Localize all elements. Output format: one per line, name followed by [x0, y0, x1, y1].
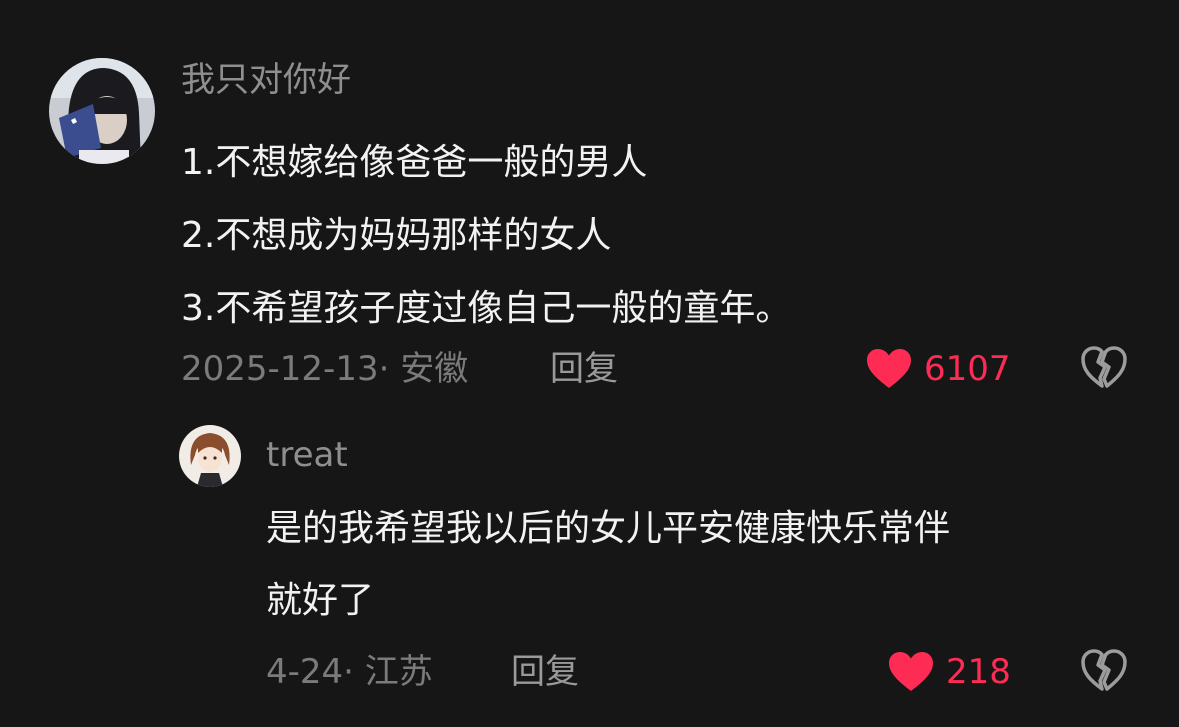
comment-text: 是的我希望我以后的女儿平安健康快乐常伴 就好了: [266, 493, 950, 637]
username[interactable]: treat: [266, 433, 348, 477]
comment-text: 1.不想嫁给像爸爸一般的男人 2.不想成为妈妈那样的女人 3.不希望孩子度过像自…: [181, 126, 791, 345]
avatar[interactable]: [49, 58, 155, 164]
dislike-button[interactable]: [1081, 649, 1127, 697]
heart-filled-icon: [867, 349, 911, 388]
username[interactable]: 我只对你好: [181, 58, 351, 102]
comment-meta: 2025-12-13· 安徽: [181, 349, 469, 389]
user-avatar-illustration-icon: [179, 425, 241, 487]
like-count: 6107: [924, 349, 1011, 389]
comment-line: 3.不希望孩子度过像自己一般的童年。: [181, 288, 792, 329]
heart-filled-icon: [889, 652, 933, 691]
dislike-button[interactable]: [1081, 346, 1127, 394]
reply-button[interactable]: 回复: [550, 346, 618, 392]
broken-heart-icon: [1081, 346, 1127, 388]
like-count: 218: [946, 652, 1011, 692]
comment-meta: 4-24· 江苏: [266, 652, 433, 692]
user-avatar-photo-icon: [49, 58, 155, 164]
like-button[interactable]: 218: [888, 649, 1011, 695]
comment-line: 1.不想嫁给像爸爸一般的男人: [181, 142, 648, 183]
reply-button[interactable]: 回复: [511, 649, 579, 695]
comment-line: 2.不想成为妈妈那样的女人: [181, 215, 612, 256]
broken-heart-icon: [1081, 649, 1127, 691]
avatar[interactable]: [179, 425, 241, 487]
comment-line: 是的我希望我以后的女儿平安健康快乐常伴: [266, 508, 951, 549]
like-button[interactable]: 6107: [866, 346, 1011, 392]
comment-line: 就好了: [266, 580, 375, 621]
